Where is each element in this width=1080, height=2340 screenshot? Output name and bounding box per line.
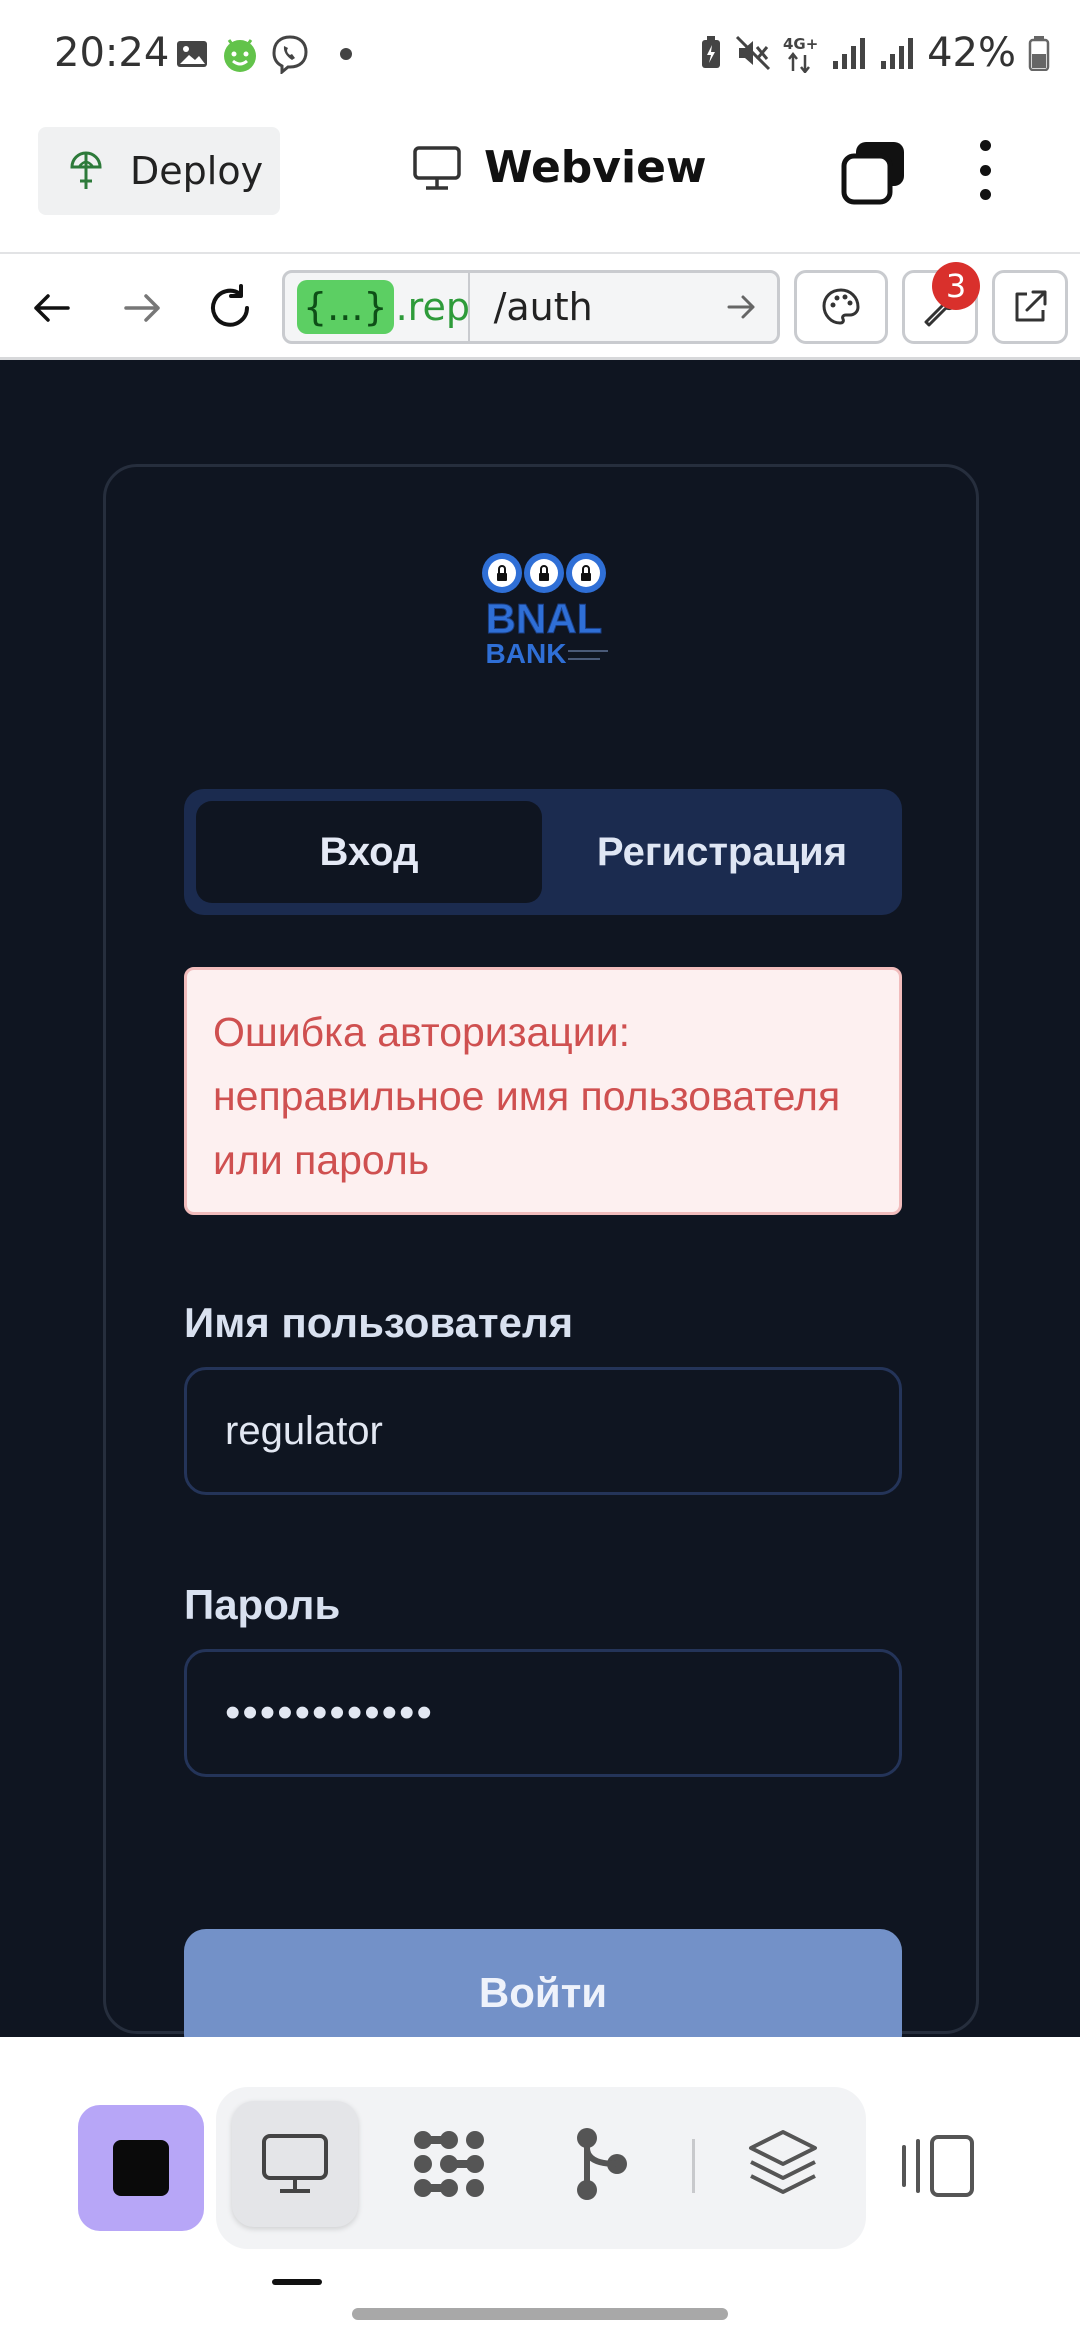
external-link-icon [1015, 290, 1047, 322]
mute-icon [736, 35, 771, 71]
monitor-icon [413, 145, 461, 190]
svg-text:4G+: 4G+ [783, 35, 818, 53]
branch-icon [577, 2128, 627, 2200]
theme-button[interactable] [794, 270, 888, 344]
svg-text:BANK: BANK [486, 638, 567, 669]
url-path-input[interactable]: /auth [494, 285, 725, 329]
active-tab-indicator [272, 2279, 322, 2285]
title-label: Webview [484, 142, 707, 193]
auth-card: BNAL BANK Вход Регистрация Ошибка автори… [103, 464, 979, 2057]
status-time: 20:24 [54, 30, 170, 76]
battery-percent: 42% [927, 30, 1016, 76]
password-label: Пароль [184, 1581, 341, 1628]
palette-icon [822, 288, 860, 325]
split-view-button[interactable] [900, 2133, 976, 2203]
password-input[interactable]: •••••••••••• [184, 1649, 902, 1777]
battery-icon [1028, 36, 1050, 71]
username-label: Имя пользователя [184, 1299, 574, 1346]
tab-register[interactable]: Регистрация [554, 801, 890, 903]
nodes-grid-icon [414, 2131, 484, 2197]
page-title: Webview [412, 142, 707, 193]
more-menu-icon[interactable] [972, 140, 998, 200]
viber-icon [272, 35, 308, 74]
dock-divider [692, 2139, 695, 2193]
notification-icons [174, 34, 352, 74]
bottom-dock [0, 2037, 1080, 2340]
layers-tool-button[interactable] [720, 2101, 846, 2227]
svg-text:BNAL: BNAL [486, 595, 603, 642]
signal-icon-2 [881, 38, 914, 69]
tabs-button[interactable] [840, 138, 908, 210]
go-arrow-icon[interactable] [725, 291, 757, 323]
back-button[interactable] [24, 280, 80, 336]
open-external-button[interactable] [992, 270, 1068, 344]
deploy-label: Deploy [130, 149, 264, 193]
url-domain: .repl [395, 285, 468, 329]
tabs-icon [841, 142, 904, 205]
reload-button[interactable] [202, 280, 258, 336]
url-bar[interactable]: {...} .repl /auth [282, 270, 780, 344]
tab-login[interactable]: Вход [196, 801, 542, 903]
webview-content: BNAL BANK Вход Регистрация Ошибка автори… [0, 360, 1080, 2057]
reload-icon [211, 284, 249, 327]
stop-icon [113, 2140, 169, 2196]
stop-button[interactable] [78, 2105, 204, 2231]
layers-icon [749, 2130, 817, 2194]
bnal-bank-logo: BNAL BANK [482, 553, 608, 669]
app-bar: Deploy Webview [0, 112, 1080, 252]
webview-tool-button[interactable] [232, 2101, 358, 2227]
split-view-icon [902, 2135, 974, 2197]
dock-tool-group [216, 2087, 866, 2249]
workflows-tool-button[interactable] [386, 2101, 512, 2227]
monitor-icon [262, 2134, 328, 2193]
devtools-badge: 3 [932, 262, 980, 310]
git-tool-button[interactable] [538, 2101, 664, 2227]
browser-toolbar: {...} .repl /auth 3 [0, 252, 1080, 360]
android-icon [224, 39, 256, 72]
notification-dot [340, 48, 352, 60]
deploy-button[interactable]: Deploy [38, 127, 280, 215]
system-icons: 4G+ 42% [699, 30, 1050, 76]
arrow-right-icon [124, 294, 160, 322]
status-bar: 20:24 4G+ 42% [0, 0, 1080, 112]
network-4g-icon: 4G+ [783, 35, 818, 73]
home-indicator[interactable] [352, 2308, 728, 2320]
battery-saver-icon [702, 36, 721, 68]
signal-icon [833, 38, 866, 69]
forward-button[interactable] [114, 280, 170, 336]
username-input[interactable]: regulator [184, 1367, 902, 1495]
deploy-icon [70, 151, 102, 189]
image-icon [177, 41, 207, 67]
arrow-left-icon [34, 294, 70, 322]
url-divider [467, 273, 470, 341]
error-alert: Ошибка авторизации: неправильное имя пол… [184, 967, 902, 1215]
auth-tabs: Вход Регистрация [184, 789, 902, 915]
url-dev-chip: {...} [297, 280, 394, 334]
